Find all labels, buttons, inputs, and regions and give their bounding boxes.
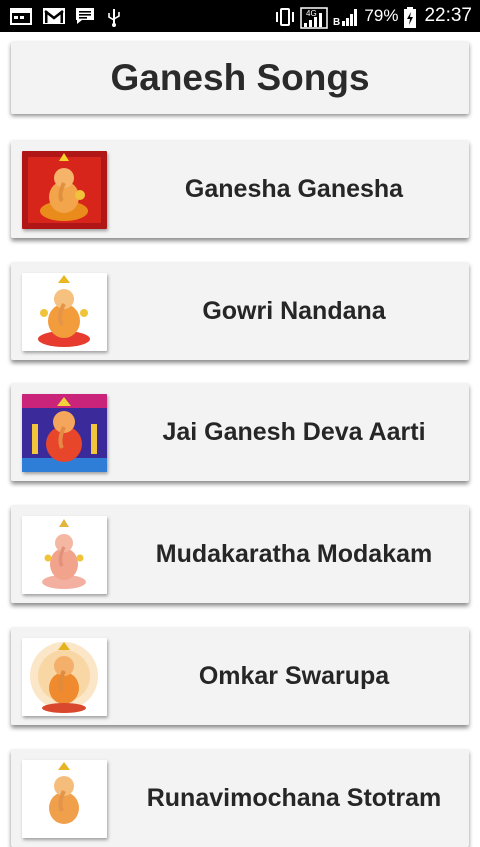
song-item-runavimochana-stotram[interactable]: Runavimochana Stotram xyxy=(11,749,469,847)
song-title: Ganesha Ganesha xyxy=(184,174,404,203)
ganesha-image-icon xyxy=(22,273,107,351)
ganesha-image-icon xyxy=(22,760,107,838)
song-item-mudakaratha-modakam[interactable]: Mudakaratha Modakam xyxy=(11,505,469,603)
ganesha-image-icon xyxy=(22,394,107,472)
song-item-ganesha-ganesha[interactable]: Ganesha Ganesha xyxy=(11,140,469,238)
song-item-omkar-swarupa[interactable]: Omkar Swarupa xyxy=(11,627,469,725)
ganesha-image-icon xyxy=(22,151,107,229)
song-title: Jai Ganesh Deva Aarti xyxy=(162,417,426,446)
song-title: Omkar Swarupa xyxy=(198,661,390,690)
song-item-gowri-nandana[interactable]: Gowri Nandana xyxy=(11,262,469,360)
song-title: Mudakaratha Modakam xyxy=(155,539,433,568)
song-title: Runavimochana Stotram xyxy=(146,783,442,812)
song-title: Gowri Nandana xyxy=(202,296,386,325)
song-list: Ganesha Ganesha Gowri Nandana Jai Ganesh… xyxy=(0,0,480,847)
ganesha-image-icon xyxy=(22,516,107,594)
song-item-jai-ganesh-deva-aarti[interactable]: Jai Ganesh Deva Aarti xyxy=(11,383,469,481)
song-thumbnail xyxy=(22,638,107,716)
song-thumbnail xyxy=(22,760,107,838)
song-thumbnail xyxy=(22,516,107,594)
ganesha-image-icon xyxy=(22,638,107,716)
song-thumbnail xyxy=(22,151,107,229)
song-thumbnail xyxy=(22,273,107,351)
song-thumbnail xyxy=(22,394,107,472)
